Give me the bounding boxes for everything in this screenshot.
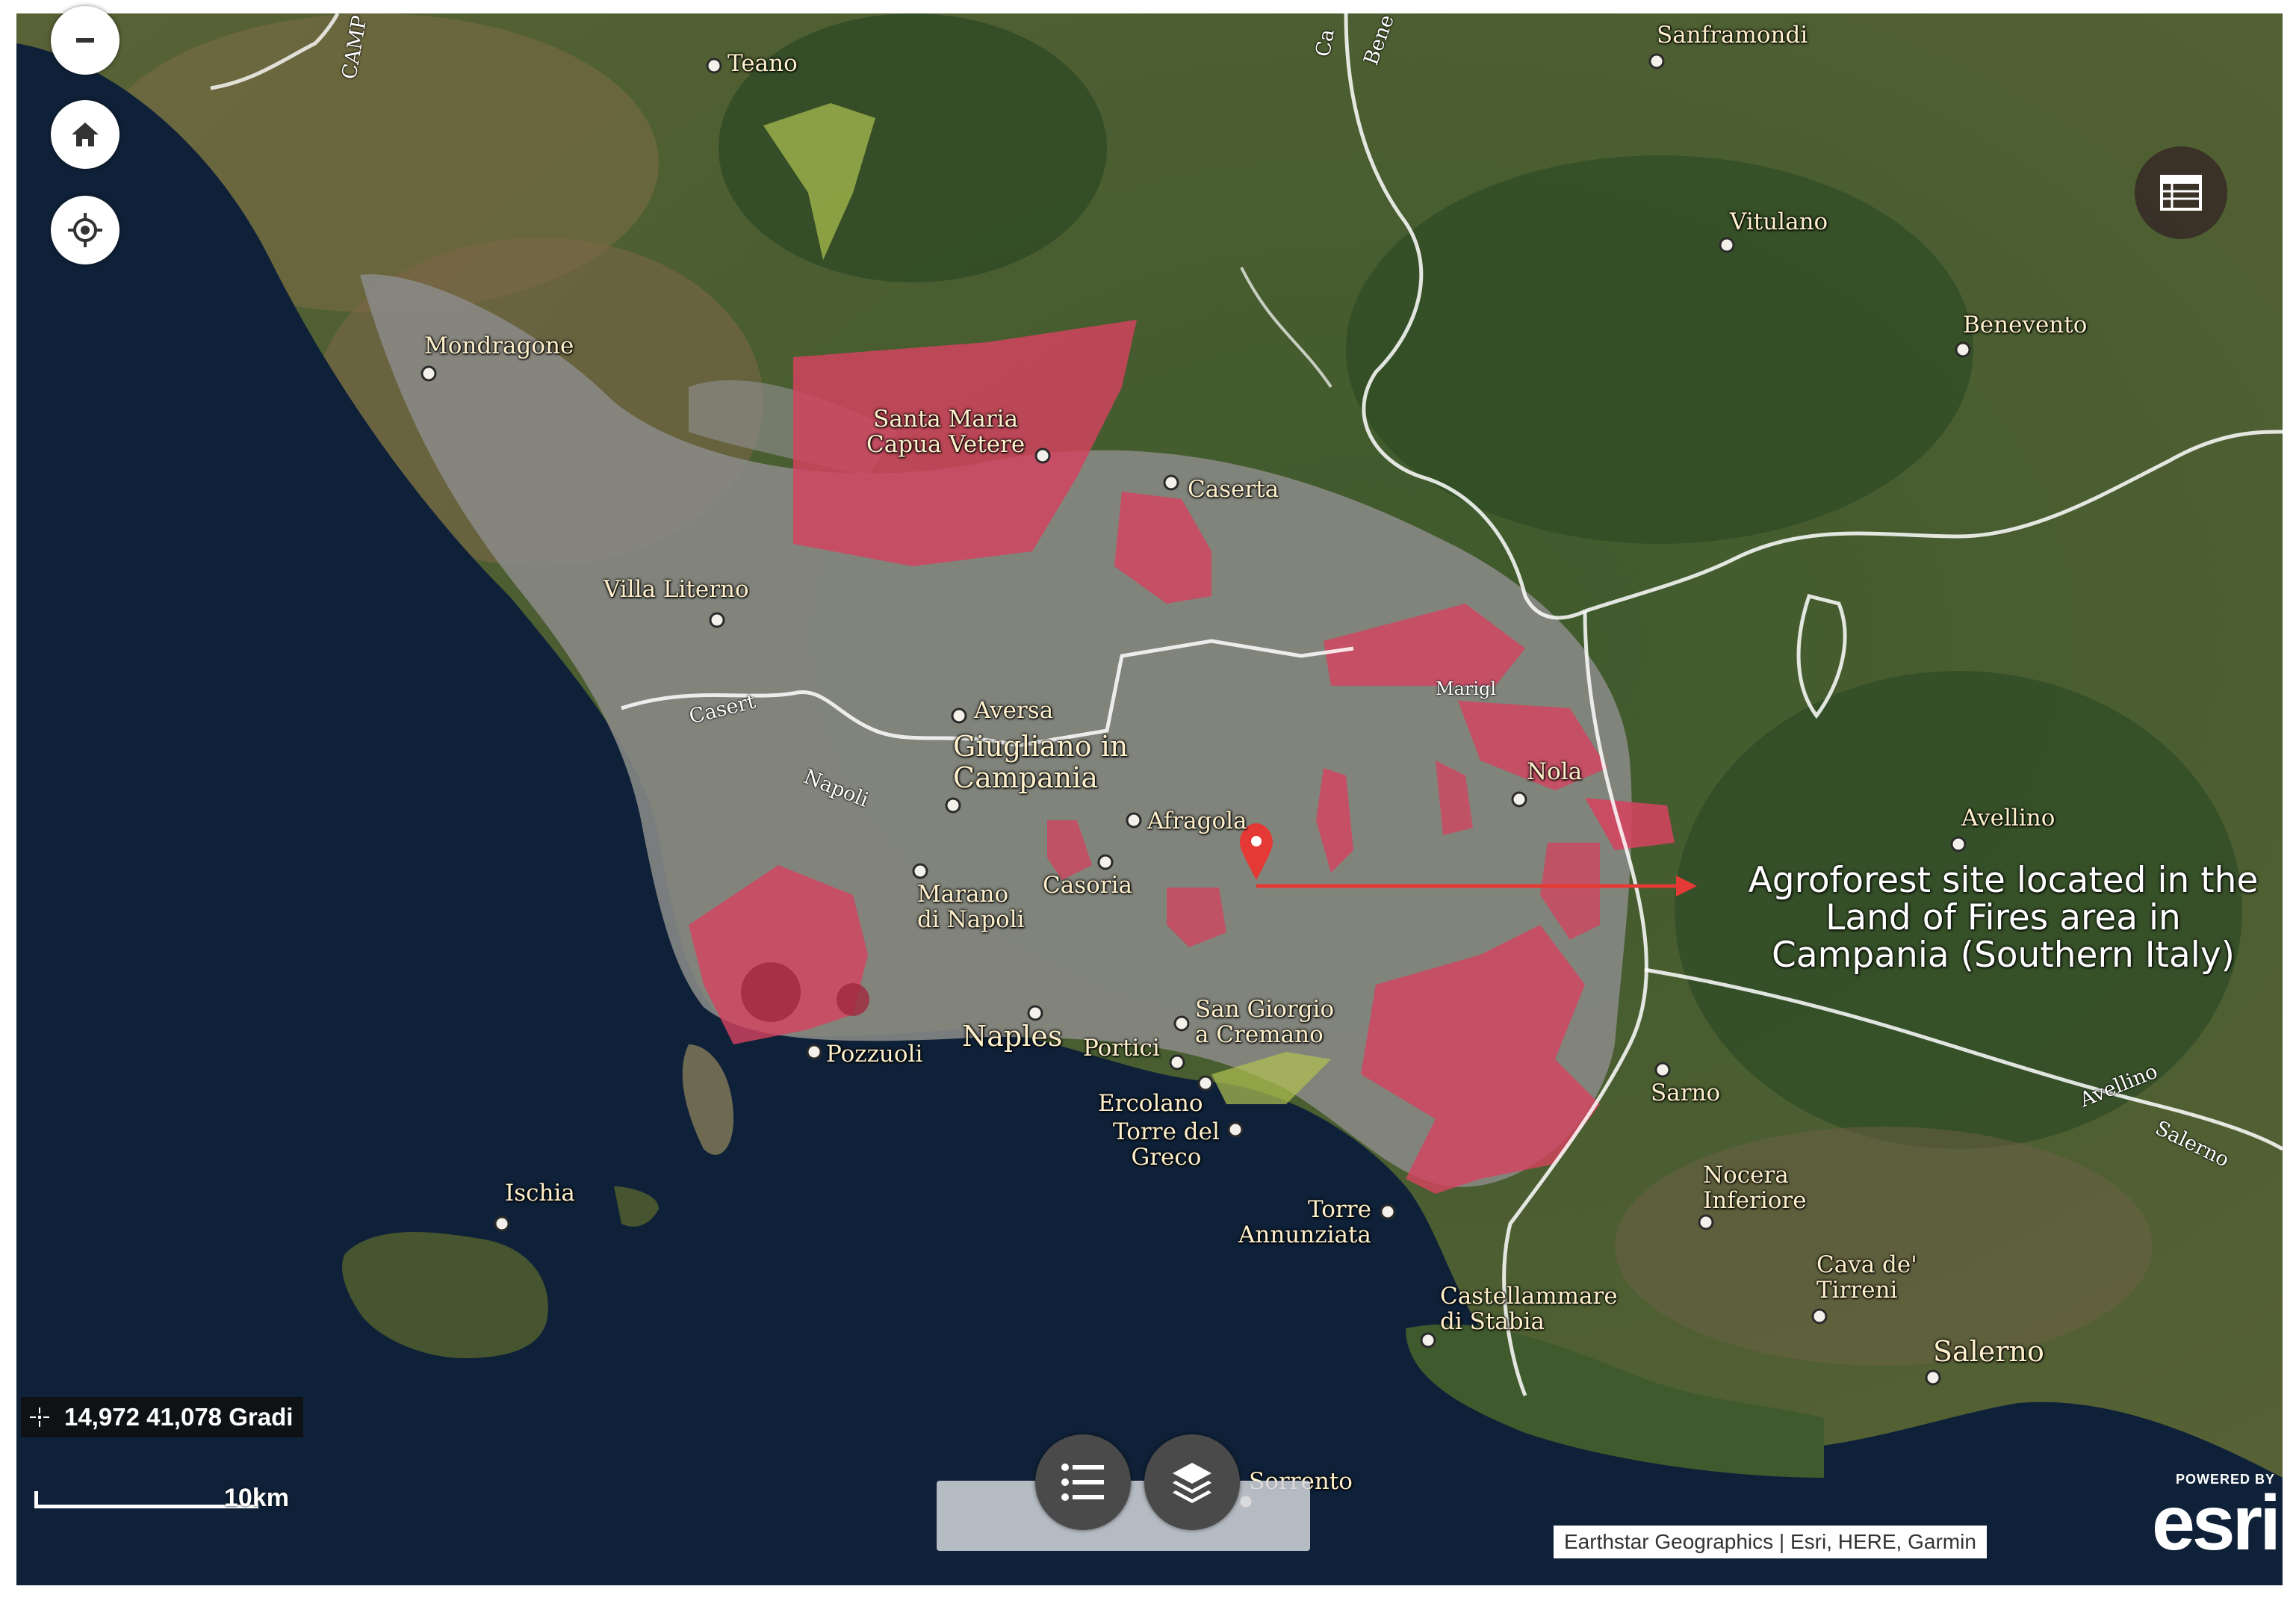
legend-button[interactable]: [2135, 146, 2227, 239]
list-button[interactable]: [1035, 1434, 1131, 1530]
esri-logo: POWERED BY esri: [2151, 1472, 2281, 1567]
scale-label: 10km: [224, 1484, 289, 1512]
coordinate-text: 14,972 41,078 Gradi: [64, 1403, 294, 1431]
layers-button[interactable]: [1144, 1434, 1240, 1530]
list-icon: [1061, 1464, 1104, 1501]
annotation-line-1: Agroforest site located in the: [1748, 860, 2259, 901]
locate-button[interactable]: [51, 196, 120, 264]
locate-icon: [68, 213, 102, 247]
home-button[interactable]: [51, 100, 120, 169]
road-label-marigliano: Marigl: [1436, 678, 1497, 699]
zoom-out-button[interactable]: [51, 6, 120, 75]
home-icon: [72, 123, 99, 146]
road-label-ca: Ca: [1311, 27, 1339, 59]
minus-icon: [76, 38, 94, 43]
attribution: Earthstar Geographics | Esri, HERE, Garm…: [1554, 1526, 1987, 1558]
crosshair-icon: [30, 1407, 49, 1427]
annotation-line-3: Campania (Southern Italy): [1772, 935, 2235, 976]
table-list-icon: [2160, 175, 2202, 211]
annotation-line-2: Land of Fires area in: [1825, 897, 2181, 938]
site-annotation: Agroforest site located in the Land of F…: [1704, 862, 2283, 974]
layers-icon: [1173, 1463, 1211, 1503]
map-view[interactable]: Teano Sanframondi Vitulano Benevento Mon…: [16, 13, 2283, 1585]
coordinate-readout[interactable]: 14,972 41,078 Gradi: [21, 1397, 304, 1437]
